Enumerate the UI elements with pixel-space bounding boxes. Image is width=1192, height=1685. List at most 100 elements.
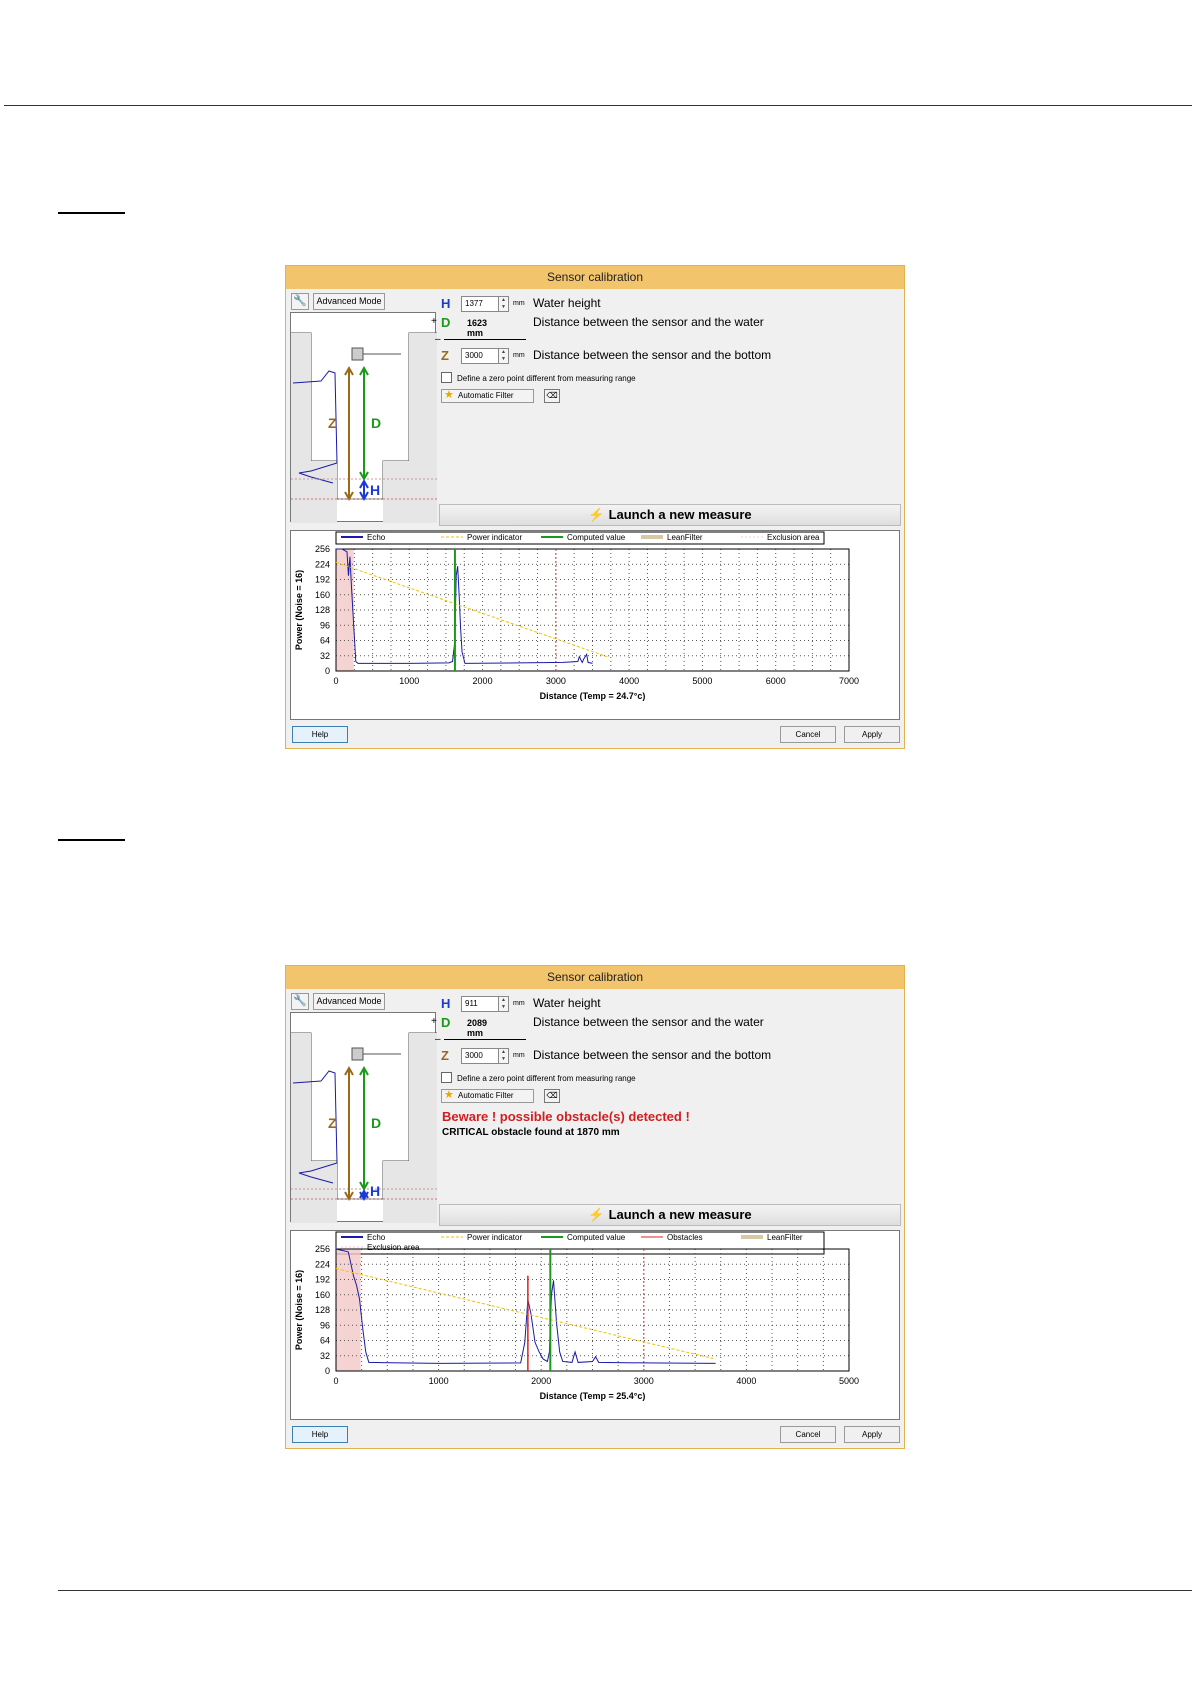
plus-sign: + bbox=[431, 1016, 437, 1027]
tank-wall-left bbox=[291, 1033, 311, 1223]
x-tick-label: 5000 bbox=[692, 676, 712, 686]
section-underline-1 bbox=[58, 212, 125, 214]
y-tick-label: 224 bbox=[315, 559, 330, 569]
x-tick-label: 2000 bbox=[473, 676, 493, 686]
wrench-icon[interactable]: 🔧 bbox=[291, 993, 309, 1010]
launch-measure-label: Launch a new measure bbox=[608, 1207, 752, 1222]
zero-point-checkbox[interactable] bbox=[441, 372, 452, 383]
echo-series bbox=[336, 548, 593, 664]
automatic-filter-button[interactable]: ★ Automatic Filter bbox=[441, 389, 534, 403]
sensor-calibration-window-2: Sensor calibration 🔧 Advanced Mode Z D H H 911 ▲… bbox=[285, 965, 905, 1449]
advanced-mode-button[interactable]: Advanced Mode bbox=[313, 293, 385, 310]
bottom-distance-spinner[interactable]: ▲ ▼ bbox=[499, 348, 509, 364]
automatic-filter-button[interactable]: ★ Automatic Filter bbox=[441, 1089, 534, 1103]
y-tick-label: 128 bbox=[315, 605, 330, 615]
water-height-spinner[interactable]: ▲ ▼ bbox=[499, 996, 509, 1012]
obstacle-detail: CRITICAL obstacle found at 1870 mm bbox=[442, 1127, 620, 1138]
cancel-button[interactable]: Cancel bbox=[780, 726, 836, 743]
bottom-distance-input[interactable]: 3000 bbox=[461, 348, 499, 364]
x-tick-label: 7000 bbox=[839, 676, 859, 686]
y-tick-label: 64 bbox=[320, 1336, 330, 1346]
help-button[interactable]: Help bbox=[292, 1426, 348, 1443]
lightning-icon: ⚡ bbox=[588, 1207, 605, 1222]
star-icon: ★ bbox=[444, 1089, 454, 1101]
y-tick-label: 256 bbox=[315, 544, 330, 554]
legend-entry: Echo bbox=[367, 1233, 386, 1242]
letter-d: D bbox=[441, 315, 451, 330]
y-tick-label: 64 bbox=[320, 636, 330, 646]
zero-point-checkbox-row[interactable]: Define a zero point different from measu… bbox=[441, 372, 636, 383]
water-height-input[interactable]: 911 bbox=[461, 996, 499, 1012]
diagram-letter-z: Z bbox=[328, 415, 337, 431]
x-axis-label: Distance (Temp = 24.7°c) bbox=[540, 691, 646, 701]
sum-line bbox=[444, 1039, 526, 1040]
y-tick-label: 128 bbox=[315, 1305, 330, 1315]
tank-diagram-svg: Z D H bbox=[291, 1032, 437, 1223]
y-tick-label: 0 bbox=[325, 1366, 330, 1376]
y-tick-label: 160 bbox=[315, 1290, 330, 1300]
water-height-input[interactable]: 1377 bbox=[461, 296, 499, 312]
sensor-box bbox=[351, 347, 364, 361]
x-tick-label: 1000 bbox=[429, 1376, 449, 1386]
zero-point-checkbox-row[interactable]: Define a zero point different from measu… bbox=[441, 1072, 636, 1083]
distance-water-value: 2089 mm bbox=[467, 1018, 488, 1038]
bottom-distance-input[interactable]: 3000 bbox=[461, 1048, 499, 1064]
unit-label: mm bbox=[513, 300, 525, 307]
letter-h: H bbox=[441, 996, 451, 1011]
clear-filter-icon[interactable]: ⌫ bbox=[544, 389, 560, 403]
tank-diagram-svg: Z D H bbox=[291, 332, 437, 523]
legend-entry: Computed value bbox=[567, 533, 626, 542]
water-height-spinner[interactable]: ▲ ▼ bbox=[499, 296, 509, 312]
legend-entry: Power indicator bbox=[467, 1233, 522, 1242]
y-tick-label: 96 bbox=[320, 1320, 330, 1330]
sensor-box bbox=[351, 1047, 364, 1061]
plus-sign: + bbox=[431, 316, 437, 327]
x-tick-label: 1000 bbox=[399, 676, 419, 686]
x-tick-label: 5000 bbox=[839, 1376, 859, 1386]
power-indicator-series bbox=[335, 1268, 716, 1360]
legend-entry: LeanFilter bbox=[667, 533, 703, 542]
x-tick-label: 2000 bbox=[531, 1376, 551, 1386]
tank-wall-left bbox=[291, 333, 311, 523]
letter-z: Z bbox=[441, 348, 449, 363]
footer-rule bbox=[58, 1590, 1192, 1591]
sensor-calibration-window-1: Sensor calibration 🔧 Advanced Mode Z D H H 1377… bbox=[285, 265, 905, 749]
launch-measure-button[interactable]: ⚡ Launch a new measure bbox=[439, 1204, 901, 1226]
x-axis-label: Distance (Temp = 25.4°c) bbox=[540, 1391, 646, 1401]
diagram-letter-d: D bbox=[371, 1115, 381, 1131]
legend-entry: Obstacles bbox=[667, 1233, 703, 1242]
letter-h: H bbox=[441, 296, 451, 311]
automatic-filter-label: Automatic Filter bbox=[458, 391, 514, 400]
window-title: Sensor calibration bbox=[286, 266, 904, 289]
legend-entry: LeanFilter bbox=[767, 1233, 803, 1242]
y-tick-label: 224 bbox=[315, 1259, 330, 1269]
sum-line bbox=[444, 339, 526, 340]
y-tick-label: 96 bbox=[320, 620, 330, 630]
y-tick-label: 32 bbox=[320, 1351, 330, 1361]
apply-button[interactable]: Apply bbox=[844, 726, 900, 743]
section-underline-2 bbox=[58, 839, 125, 841]
advanced-mode-button[interactable]: Advanced Mode bbox=[313, 993, 385, 1010]
water-height-label: Water height bbox=[533, 296, 601, 310]
x-tick-label: 4000 bbox=[736, 1376, 756, 1386]
tank-wall-right bbox=[409, 333, 437, 523]
distance-water-label: Distance between the sensor and the wate… bbox=[533, 315, 764, 329]
bottom-distance-spinner[interactable]: ▲ ▼ bbox=[499, 1048, 509, 1064]
legend-entry: Echo bbox=[367, 533, 386, 542]
zero-point-checkbox[interactable] bbox=[441, 1072, 452, 1083]
bottom-distance-label: Distance between the sensor and the bott… bbox=[533, 348, 772, 362]
diagram-letter-d: D bbox=[371, 415, 381, 431]
legend-entry: Exclusion area bbox=[767, 533, 820, 542]
apply-button[interactable]: Apply bbox=[844, 1426, 900, 1443]
help-button[interactable]: Help bbox=[292, 726, 348, 743]
echo-series bbox=[335, 1248, 716, 1364]
tank-diagram: Z D H bbox=[290, 1012, 437, 1223]
cancel-button[interactable]: Cancel bbox=[780, 1426, 836, 1443]
clear-filter-icon[interactable]: ⌫ bbox=[544, 1089, 560, 1103]
lightning-icon: ⚡ bbox=[588, 507, 605, 522]
wrench-icon[interactable]: 🔧 bbox=[291, 293, 309, 310]
chart-legend: Echo Power indicator Computed value LeanFil… bbox=[335, 531, 825, 545]
echo-chart-svg: Echo Power indicator Computed value Obstacl… bbox=[294, 1231, 859, 1401]
header-rule bbox=[4, 105, 1192, 106]
launch-measure-button[interactable]: ⚡ Launch a new measure bbox=[439, 504, 901, 526]
